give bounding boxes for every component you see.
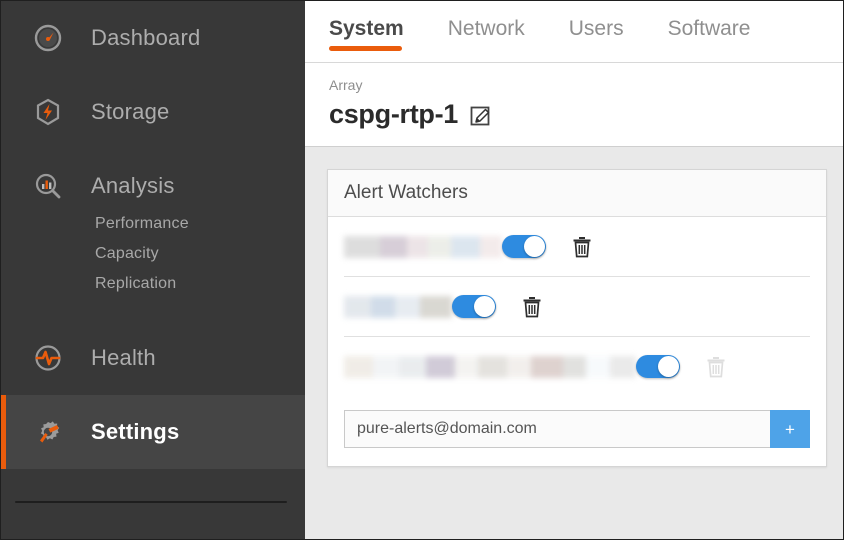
storage-bolt-icon [31,95,65,129]
app-window: Dashboard Storage Analysis Performance C… [0,0,844,540]
tab-system[interactable]: System [329,1,404,55]
sidebar-item-label: Dashboard [91,25,201,50]
watcher-toggle[interactable] [452,295,496,318]
breadcrumb: Array [329,77,363,93]
sidebar: Dashboard Storage Analysis Performance C… [1,1,305,539]
sidebar-item-storage[interactable]: Storage [1,75,305,149]
table-row [344,217,810,277]
toggle-knob [658,356,679,377]
watcher-toggle[interactable] [502,235,546,258]
sidebar-item-dashboard[interactable]: Dashboard [1,1,305,75]
sidebar-item-label: Health [91,345,156,370]
add-watcher-row: + [328,396,826,466]
sidebar-divider [15,501,287,503]
delete-watcher-button[interactable] [522,296,542,318]
delete-watcher-button-disabled [706,356,726,378]
gauge-icon [31,21,65,55]
sidebar-subitem-capacity[interactable]: Capacity [95,239,305,269]
card-container: Alert Watchers pure-alerts@domain.com + [305,147,843,467]
watcher-email-redacted [344,235,502,258]
watcher-email-redacted [344,355,636,378]
card-title: Alert Watchers [328,170,826,217]
sidebar-item-analysis[interactable]: Analysis [1,149,305,223]
health-pulse-icon [31,341,65,375]
page-title: cspg-rtp-1 [329,99,459,129]
sidebar-item-health[interactable]: Health [1,321,305,395]
main-content: System Network Users Software Array cspg… [305,1,843,539]
toggle-knob [524,236,545,257]
tab-software[interactable]: Software [668,1,751,55]
add-watcher-email-input[interactable] [344,410,770,448]
sidebar-subitem-replication[interactable]: Replication [95,269,305,299]
settings-gear-wrench-icon [31,415,65,449]
analysis-magnifier-icon [31,169,65,203]
watcher-email-redacted [344,295,452,318]
card-body [328,217,826,396]
edit-pencil-square-icon[interactable] [470,104,492,126]
delete-watcher-button[interactable] [572,236,592,258]
alert-watchers-card: Alert Watchers pure-alerts@domain.com + [327,169,827,467]
page-header: Array cspg-rtp-1 [305,63,843,147]
watcher-toggle[interactable] [636,355,680,378]
title-row: cspg-rtp-1 [329,99,843,130]
table-row [344,277,810,337]
sidebar-item-settings[interactable]: Settings [1,395,305,469]
tab-bar: System Network Users Software [305,1,843,63]
sidebar-item-label: Settings [91,419,180,444]
tab-users[interactable]: Users [569,1,624,55]
sidebar-item-label: Analysis [91,173,175,198]
toggle-knob [474,296,495,317]
sidebar-item-label: Storage [91,99,170,124]
tab-network[interactable]: Network [448,1,525,55]
add-watcher-button[interactable]: + [770,410,810,448]
table-row [344,337,810,396]
